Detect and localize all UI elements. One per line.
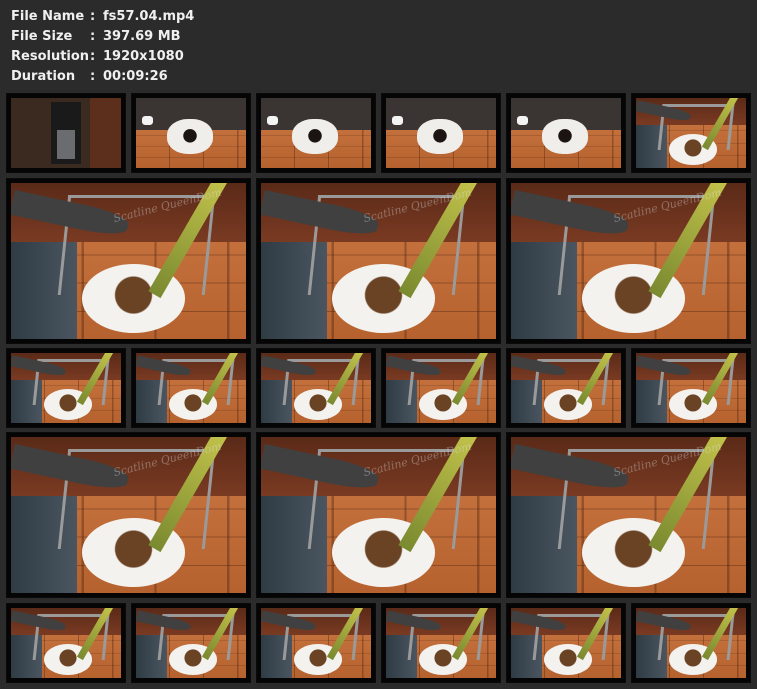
scene-bowl xyxy=(541,119,588,154)
thumbnail-frame-image xyxy=(136,608,246,678)
scene-wood xyxy=(90,98,121,168)
thumbnail-frame-image: Scatline QueenDom xyxy=(11,183,246,339)
video-thumbnail xyxy=(256,348,376,428)
thumbnail-frame-image xyxy=(511,353,621,423)
scene-paper xyxy=(391,115,403,126)
video-thumbnail: Scatline QueenDom xyxy=(256,178,501,344)
video-thumbnail: Scatline QueenDom xyxy=(6,178,251,344)
video-thumbnail xyxy=(131,348,251,428)
video-thumbnail xyxy=(6,93,126,173)
video-thumbnail xyxy=(131,603,251,683)
thumbnail-frame-image xyxy=(511,98,621,168)
thumbnail-frame-image xyxy=(261,98,371,168)
video-thumbnail xyxy=(6,603,126,683)
video-thumbnail xyxy=(631,603,751,683)
thumbnail-frame-image xyxy=(386,608,496,678)
video-thumbnail: Scatline QueenDom xyxy=(506,178,751,344)
video-thumbnail: Scatline QueenDom xyxy=(506,432,751,598)
scene-bowl xyxy=(291,119,338,154)
thumbnail-frame-image xyxy=(636,98,746,168)
video-thumbnail xyxy=(631,93,751,173)
video-thumbnail xyxy=(131,93,251,173)
video-thumbnail xyxy=(381,93,501,173)
scene-paper xyxy=(141,115,153,126)
thumbnail-frame-image xyxy=(386,353,496,423)
video-thumbnail xyxy=(381,348,501,428)
video-thumbnail xyxy=(506,348,626,428)
thumbnail-frame-image xyxy=(636,353,746,423)
thumbnail-frame-image xyxy=(636,608,746,678)
video-thumbnail xyxy=(506,603,626,683)
thumbnail-frame-image xyxy=(136,98,246,168)
scene-paper xyxy=(516,115,528,126)
video-thumbnail xyxy=(256,603,376,683)
scene-bowl xyxy=(166,119,213,154)
video-thumbnail xyxy=(631,348,751,428)
thumbnail-frame-image xyxy=(386,98,496,168)
thumbnail-frame-image xyxy=(261,608,371,678)
video-thumbnail xyxy=(256,93,376,173)
video-thumbnail: Scatline QueenDom xyxy=(256,432,501,598)
thumbnail-frame-image: Scatline QueenDom xyxy=(511,183,746,339)
thumbnail-frame-image xyxy=(11,98,121,168)
thumbnail-frame-image: Scatline QueenDom xyxy=(11,437,246,593)
video-thumbnail xyxy=(381,603,501,683)
thumbnail-grid: Scatline QueenDom Scatline QueenDom Scatli… xyxy=(0,0,757,689)
thumbnail-frame-image xyxy=(11,608,121,678)
scene-paper xyxy=(266,115,278,126)
thumbnail-frame-image: Scatline QueenDom xyxy=(511,437,746,593)
thumbnail-frame-image xyxy=(11,353,121,423)
video-thumbnail xyxy=(6,348,126,428)
scene-chair xyxy=(57,129,75,159)
thumbnail-frame-image: Scatline QueenDom xyxy=(261,437,496,593)
scene-bowl xyxy=(416,119,463,154)
video-thumbnail xyxy=(506,93,626,173)
thumbnail-frame-image xyxy=(136,353,246,423)
thumbnail-frame-image xyxy=(261,353,371,423)
video-thumbnail: Scatline QueenDom xyxy=(6,432,251,598)
thumbnail-frame-image xyxy=(511,608,621,678)
thumbnail-frame-image: Scatline QueenDom xyxy=(261,183,496,339)
